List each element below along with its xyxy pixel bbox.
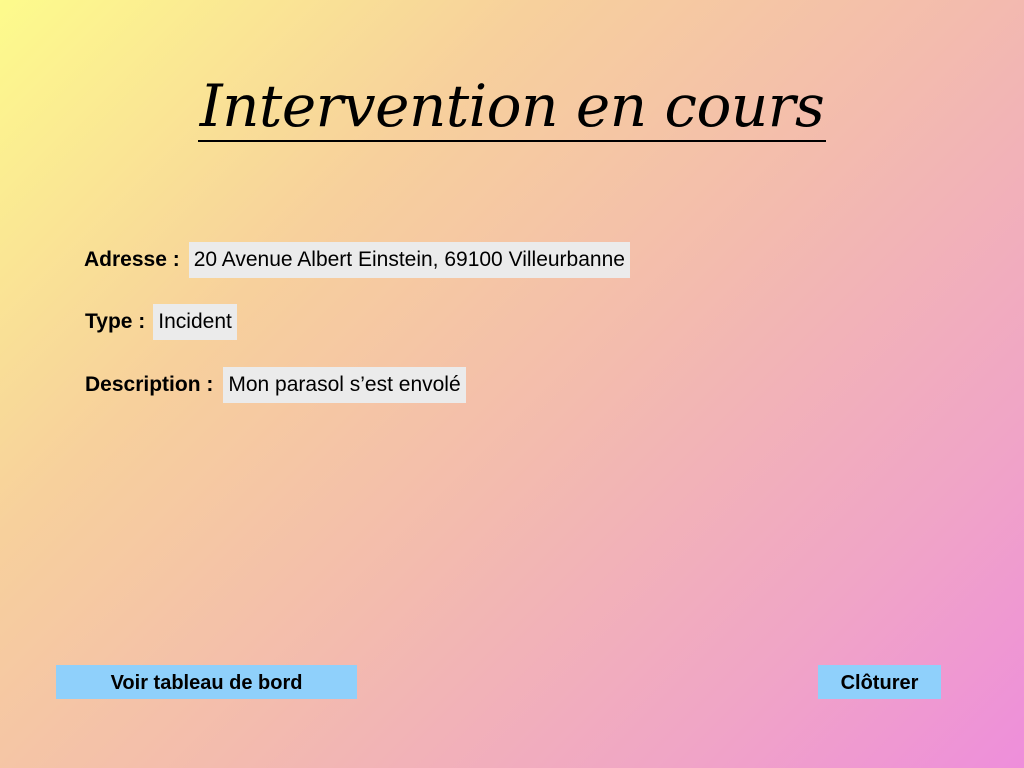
type-value: Incident	[153, 304, 237, 340]
description-value: Mon parasol s’est envolé	[223, 367, 466, 403]
description-label: Description :	[85, 373, 214, 396]
address-row: Adresse : 20 Avenue Albert Einstein, 691…	[84, 242, 630, 278]
view-dashboard-button[interactable]: Voir tableau de bord	[56, 665, 357, 699]
type-label: Type :	[85, 310, 146, 333]
address-label: Adresse :	[84, 248, 180, 271]
page-title: Intervention en cours	[197, 72, 827, 142]
description-row: Description : Mon parasol s’est envolé	[85, 367, 466, 403]
address-value: 20 Avenue Albert Einstein, 69100 Villeur…	[188, 242, 630, 278]
type-row: Type : Incident	[85, 304, 237, 340]
page-header: Intervention en cours	[0, 72, 1024, 142]
close-intervention-button[interactable]: Clôturer	[818, 665, 941, 699]
